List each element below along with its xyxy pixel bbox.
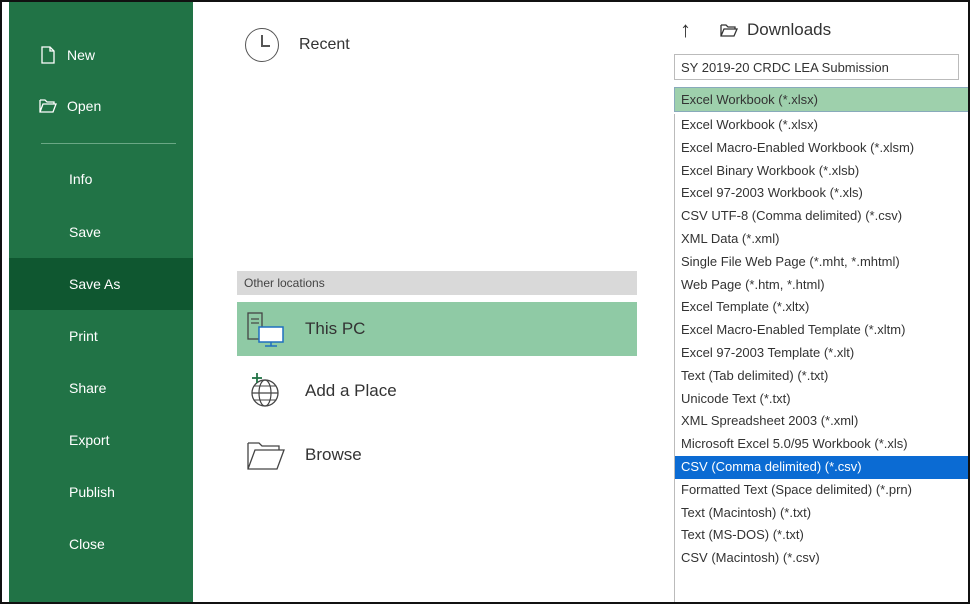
file-type-dropdown: Excel Workbook (*.xlsx) Excel Macro-Enab… [674, 114, 968, 602]
globe-add-icon [251, 373, 279, 407]
location-this-pc[interactable]: This PC [237, 302, 637, 356]
sidebar-item-open[interactable]: Open [9, 91, 193, 121]
sidebar-item-export[interactable]: Export [9, 414, 193, 466]
sidebar-item-label: Save [69, 224, 101, 240]
file-type-option[interactable]: Excel Macro-Enabled Template (*.xltm) [675, 319, 968, 342]
file-type-option[interactable]: Excel 97-2003 Workbook (*.xls) [675, 182, 968, 205]
file-type-option[interactable]: Excel Workbook (*.xlsx) [675, 114, 968, 137]
other-locations-label: Other locations [244, 276, 325, 290]
location-label: Add a Place [305, 381, 397, 400]
file-type-option[interactable]: Text (MS-DOS) (*.txt) [675, 524, 968, 547]
sidebar-item-label: Print [69, 328, 98, 344]
file-type-option[interactable]: Formatted Text (Space delimited) (*.prn) [675, 479, 968, 502]
sidebar-item-share[interactable]: Share [9, 362, 193, 414]
file-type-option[interactable]: Web Page (*.htm, *.html) [675, 274, 968, 297]
file-type-option[interactable]: Text (Tab delimited) (*.txt) [675, 365, 968, 388]
computer-icon [247, 312, 284, 347]
recent-label: Recent [299, 36, 350, 53]
backstage-window: New Open Info Save Save As Print Share E… [0, 0, 970, 604]
sidebar-item-new[interactable]: New [9, 40, 193, 70]
file-type-option-highlighted[interactable]: CSV (Comma delimited) (*.csv) [675, 455, 968, 479]
sidebar-divider [41, 143, 176, 144]
new-document-icon [41, 46, 55, 64]
sidebar-item-label: Publish [69, 484, 115, 500]
location-browse[interactable]: Browse [237, 428, 637, 482]
file-type-option[interactable]: Excel 97-2003 Template (*.xlt) [675, 342, 968, 365]
file-type-option[interactable]: Excel Template (*.xltx) [675, 296, 968, 319]
file-type-selected-label: Excel Workbook (*.xlsx) [681, 92, 819, 107]
sidebar-item-save-as[interactable]: Save As [9, 258, 193, 310]
up-arrow-icon[interactable]: ↑ [680, 17, 691, 43]
sidebar-item-label: Export [69, 432, 110, 448]
file-type-option[interactable]: Text (Macintosh) (*.txt) [675, 502, 968, 525]
recent-button[interactable]: Recent [245, 28, 350, 62]
location-label: Browse [305, 445, 362, 464]
sidebar-item-label: Open [67, 98, 102, 114]
sidebar-item-close[interactable]: Close [9, 518, 193, 570]
location-add-a-place[interactable]: Add a Place [237, 364, 637, 418]
file-type-option[interactable]: Single File Web Page (*.mht, *.mhtml) [675, 251, 968, 274]
open-folder-icon [39, 99, 57, 113]
file-type-option[interactable]: XML Data (*.xml) [675, 228, 968, 251]
file-type-option[interactable]: Microsoft Excel 5.0/95 Workbook (*.xls) [675, 433, 968, 456]
sidebar-item-label: Save As [69, 276, 121, 292]
file-type-option[interactable]: Excel Binary Workbook (*.xlsb) [675, 160, 968, 183]
folder-icon [720, 24, 738, 37]
sidebar-item-label: New [67, 47, 96, 63]
sidebar-item-publish[interactable]: Publish [9, 466, 193, 518]
location-label: This PC [305, 319, 366, 338]
sidebar-item-print[interactable]: Print [9, 310, 193, 362]
filename-field[interactable] [674, 54, 959, 80]
file-type-option[interactable]: Unicode Text (*.txt) [675, 388, 968, 411]
folder-icon [247, 442, 285, 470]
file-type-option[interactable]: CSV UTF-8 (Comma delimited) (*.csv) [675, 205, 968, 228]
clock-icon [245, 28, 279, 62]
backstage-sidebar: New Open Info Save Save As Print Share E… [9, 2, 193, 602]
sidebar-item-info[interactable]: Info [9, 152, 193, 206]
sidebar-item-label: Close [69, 536, 105, 552]
sidebar-item-label: Share [69, 380, 107, 396]
current-folder-label: Downloads [747, 20, 832, 39]
sidebar-item-save[interactable]: Save [9, 206, 193, 258]
file-type-option[interactable]: Excel Macro-Enabled Workbook (*.xlsm) [675, 137, 968, 160]
file-type-option[interactable]: CSV (Macintosh) (*.csv) [675, 547, 968, 570]
other-locations-header: Other locations [237, 271, 637, 295]
file-type-option[interactable]: XML Spreadsheet 2003 (*.xml) [675, 410, 968, 433]
file-type-select[interactable]: Excel Workbook (*.xlsx) [674, 87, 968, 112]
breadcrumb[interactable]: Downloads [720, 20, 831, 40]
sidebar-item-label: Info [69, 171, 93, 187]
